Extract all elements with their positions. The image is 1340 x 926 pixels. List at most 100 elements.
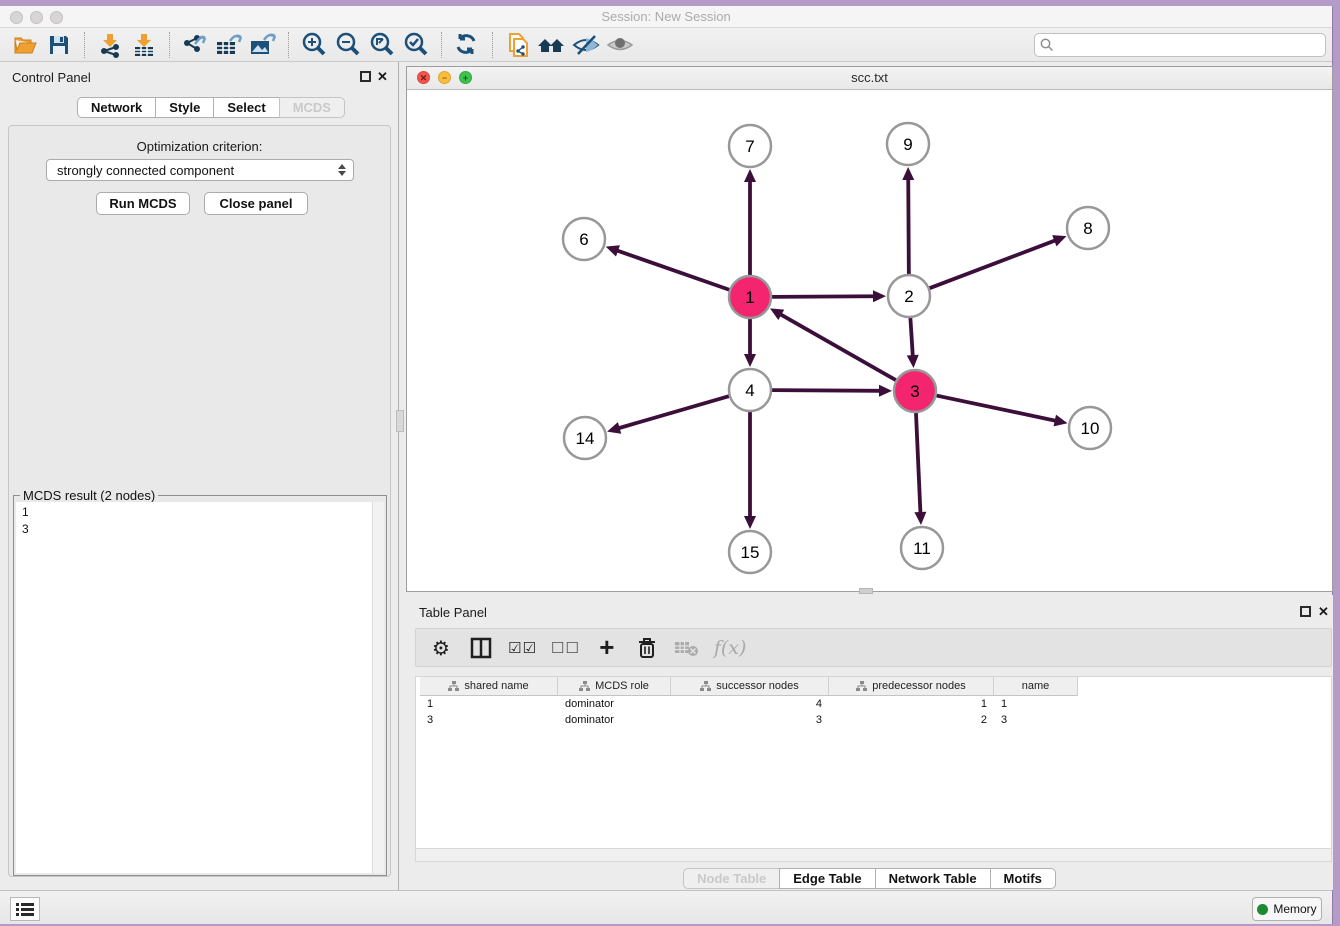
tab-motifs[interactable]: Motifs bbox=[990, 868, 1056, 889]
column-header-name[interactable]: name bbox=[994, 677, 1078, 696]
cell-name[interactable]: 1 bbox=[994, 697, 1078, 713]
graph-edge-4-14[interactable] bbox=[618, 396, 729, 428]
graph-node-label-2: 2 bbox=[904, 287, 913, 306]
zoom-in-icon[interactable] bbox=[297, 30, 331, 60]
function-builder-icon: f(x) bbox=[714, 633, 747, 663]
delete-column-trash-icon[interactable] bbox=[634, 633, 660, 663]
network-canvas[interactable]: 7968124314101511 bbox=[407, 90, 1332, 591]
table-options-gear-icon[interactable]: ⚙ bbox=[428, 633, 454, 663]
export-table-icon[interactable] bbox=[212, 30, 246, 60]
show-columns-checked-icon[interactable]: ☑☑ bbox=[508, 633, 537, 663]
graph-edge-arrowhead bbox=[744, 354, 756, 367]
network-resize-handle[interactable] bbox=[859, 588, 873, 594]
list-icon bbox=[16, 902, 34, 916]
refresh-layout-icon[interactable] bbox=[450, 30, 484, 60]
tab-network-table[interactable]: Network Table bbox=[875, 868, 991, 889]
home-icon[interactable] bbox=[535, 30, 569, 60]
column-header-predecessor-nodes[interactable]: predecessor nodes bbox=[829, 677, 994, 696]
table-toolbar: ⚙ ☑☑ ☐☐ + f(x) bbox=[415, 628, 1332, 667]
run-mcds-button[interactable]: Run MCDS bbox=[96, 192, 190, 215]
graph-edge-2-8[interactable] bbox=[930, 240, 1057, 288]
copy-network-icon[interactable] bbox=[501, 30, 535, 60]
graph-edge-arrowhead bbox=[606, 245, 620, 256]
search-input[interactable] bbox=[1034, 33, 1326, 57]
cell-mcds-role[interactable]: dominator bbox=[558, 697, 671, 713]
table-float-panel-icon[interactable] bbox=[1300, 606, 1311, 617]
column-header-successor-nodes[interactable]: successor nodes bbox=[671, 677, 829, 696]
result-scrollbar[interactable] bbox=[372, 502, 384, 873]
export-network-icon[interactable] bbox=[178, 30, 212, 60]
cell-successor-nodes[interactable]: 3 bbox=[671, 713, 829, 729]
split-columns-icon[interactable] bbox=[468, 633, 494, 663]
hide-columns-unchecked-icon[interactable]: ☐☐ bbox=[551, 633, 580, 663]
save-session-icon[interactable] bbox=[42, 30, 76, 60]
zoom-fit-icon[interactable] bbox=[365, 30, 399, 60]
panel-splitter-handle[interactable] bbox=[396, 410, 404, 432]
tab-select[interactable]: Select bbox=[213, 97, 279, 118]
graph-edge-1-2[interactable] bbox=[772, 296, 875, 297]
graph-edge-1-6[interactable] bbox=[616, 250, 729, 290]
graph-node-label-14: 14 bbox=[576, 429, 595, 448]
graph-edge-4-3[interactable] bbox=[772, 390, 881, 391]
node-table: shared name MCDS role successor nodes pr… bbox=[415, 676, 1332, 848]
import-table-icon[interactable] bbox=[127, 30, 161, 60]
graph-edge-3-1[interactable] bbox=[780, 314, 896, 380]
zoom-out-icon[interactable] bbox=[331, 30, 365, 60]
graph-node-label-4: 4 bbox=[745, 381, 754, 400]
column-type-icon bbox=[579, 681, 590, 691]
export-image-icon[interactable] bbox=[246, 30, 280, 60]
network-window-title: scc.txt bbox=[407, 70, 1332, 85]
cell-successor-nodes[interactable]: 4 bbox=[671, 697, 829, 713]
graph-edge-arrowhead bbox=[607, 422, 621, 434]
cell-predecessor-nodes[interactable]: 2 bbox=[829, 713, 994, 729]
float-panel-icon[interactable] bbox=[360, 71, 371, 82]
cell-shared-name[interactable]: 1 bbox=[420, 697, 558, 713]
table-horizontal-scrollbar[interactable] bbox=[415, 848, 1332, 862]
tab-network[interactable]: Network bbox=[77, 97, 156, 118]
cell-mcds-role[interactable]: dominator bbox=[558, 713, 671, 729]
application-window: Session: New Session bbox=[0, 6, 1333, 924]
close-panel-icon[interactable]: ✕ bbox=[377, 69, 388, 85]
task-history-button[interactable] bbox=[10, 897, 40, 921]
tab-mcds[interactable]: MCDS bbox=[279, 97, 345, 118]
table-tabs: Node Table Edge Table Network Table Moti… bbox=[406, 868, 1333, 889]
import-network-icon[interactable] bbox=[93, 30, 127, 60]
graph-edge-3-10[interactable] bbox=[937, 396, 1057, 421]
show-all-eye-icon[interactable] bbox=[603, 30, 637, 60]
zoom-selected-icon[interactable] bbox=[399, 30, 433, 60]
toolbar-separator bbox=[288, 32, 289, 58]
memory-button[interactable]: Memory bbox=[1252, 897, 1322, 921]
cell-name[interactable]: 3 bbox=[994, 713, 1078, 729]
graph-edge-arrowhead bbox=[902, 167, 914, 180]
network-view-window: ✕ − + scc.txt 7968124314101511 bbox=[406, 66, 1333, 592]
open-session-icon[interactable] bbox=[8, 30, 42, 60]
optimization-criterion-dropdown[interactable]: strongly connected component bbox=[46, 159, 354, 181]
cell-shared-name[interactable]: 3 bbox=[420, 713, 558, 729]
tab-style[interactable]: Style bbox=[155, 97, 214, 118]
column-type-icon bbox=[448, 681, 459, 691]
add-column-icon[interactable]: + bbox=[594, 633, 620, 663]
tab-edge-table[interactable]: Edge Table bbox=[779, 868, 875, 889]
graph-edge-arrowhead bbox=[744, 516, 756, 529]
graph-edge-arrowhead bbox=[879, 385, 892, 397]
cell-predecessor-nodes[interactable]: 1 bbox=[829, 697, 994, 713]
table-row[interactable]: 3 dominator 3 2 3 bbox=[420, 713, 1078, 729]
graph-edge-2-3[interactable] bbox=[910, 318, 912, 357]
column-header-mcds-role[interactable]: MCDS role bbox=[558, 677, 671, 696]
dropdown-stepper-icon bbox=[335, 162, 349, 178]
control-panel-tabs: Network Style Select MCDS bbox=[77, 97, 345, 118]
tab-node-table[interactable]: Node Table bbox=[683, 868, 780, 889]
table-panel: Table Panel ✕ ⚙ ☑☑ ☐☐ + f(x) shared na bbox=[406, 595, 1333, 890]
graph-edge-2-9[interactable] bbox=[908, 178, 909, 274]
table-close-panel-icon[interactable]: ✕ bbox=[1318, 604, 1329, 620]
graph-edge-arrowhead bbox=[914, 512, 926, 525]
graph-node-label-1: 1 bbox=[745, 288, 754, 307]
column-header-shared-name[interactable]: shared name bbox=[420, 677, 558, 696]
close-panel-button[interactable]: Close panel bbox=[204, 192, 308, 215]
table-row[interactable]: 1 dominator 4 1 1 bbox=[420, 697, 1078, 713]
control-panel: Control Panel ✕ Network Style Select MCD… bbox=[0, 62, 399, 890]
graph-edge-arrowhead bbox=[907, 355, 919, 368]
hide-selected-eye-slash-icon[interactable] bbox=[569, 30, 603, 60]
graph-edge-3-11[interactable] bbox=[916, 413, 921, 514]
graph-node-label-6: 6 bbox=[579, 230, 588, 249]
